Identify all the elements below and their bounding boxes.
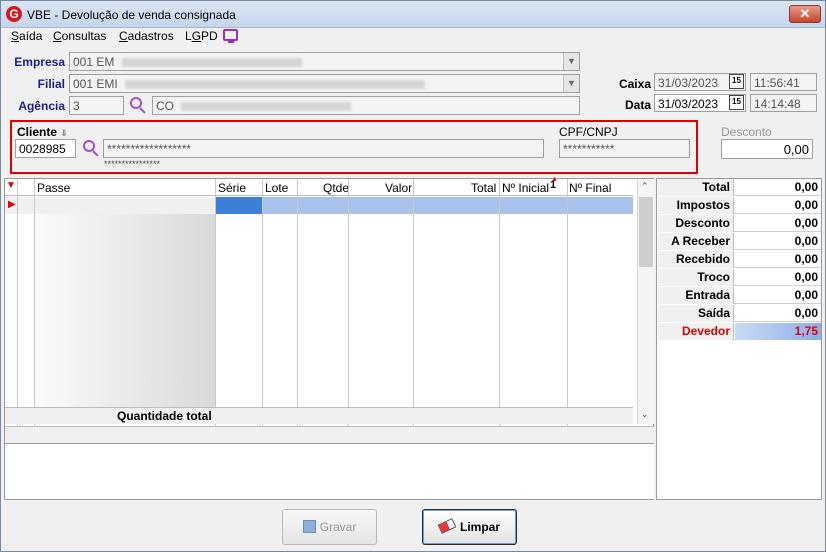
col-n-inicial[interactable]: Nº Inicial [502, 181, 549, 195]
col-passe[interactable]: Passe [37, 181, 70, 195]
empresa-label: Empresa [14, 55, 65, 69]
search-icon[interactable] [130, 97, 146, 114]
current-row-icon: ▶ [8, 199, 16, 210]
desconto-field[interactable]: 0,00 [721, 139, 813, 159]
search-icon[interactable] [83, 140, 99, 157]
chevron-up-icon[interactable]: ⌃ [641, 181, 649, 192]
totals-row-a-receber: A Receber 0,00 [658, 233, 821, 250]
chevron-down-icon[interactable]: ▼ [563, 53, 579, 70]
selected-row-cells[interactable] [215, 197, 633, 214]
filial-label: Filial [37, 77, 65, 91]
title-bar: G VBE - Devolução de venda consignada ✕ [1, 1, 825, 28]
monitor-icon[interactable] [223, 29, 238, 43]
items-grid[interactable]: ▼ Passe Série Lote Qtde Valor Total Nº I… [4, 176, 655, 444]
vertical-scrollbar[interactable]: ⌃ ⌄ [637, 179, 654, 424]
client-name-field: ****************** [103, 139, 544, 158]
agencia-label: Agência [18, 99, 65, 113]
chevron-down-icon[interactable]: ▼ [563, 75, 579, 92]
row-indicator-icon: ▼ [6, 180, 16, 191]
chevron-down-icon[interactable]: ⌄ [641, 409, 649, 420]
sort-down-icon: ⇓ [60, 128, 68, 138]
quantity-total-label: Quantidade total [117, 409, 212, 423]
totals-panel: Total 0,00 Impostos 0,00 Desconto 0,00 A Re… [656, 178, 822, 500]
calendar-icon[interactable]: 15 [729, 74, 744, 89]
grid-footer: Quantidade total [5, 407, 633, 424]
redacted-text [121, 58, 302, 68]
scroll-thumb[interactable] [639, 197, 653, 267]
col-n-final[interactable]: Nº Final [569, 181, 611, 195]
selected-cell[interactable] [215, 197, 262, 214]
totals-row-desconto: Desconto 0,00 [658, 215, 821, 232]
cpf-label: CPF/CNPJ [559, 125, 618, 139]
eraser-icon [437, 518, 457, 534]
redacted-text [181, 102, 352, 112]
lower-panel [4, 444, 654, 500]
menu-saida[interactable]: Saída [11, 29, 42, 43]
cpf-field: *********** [559, 139, 690, 158]
gravar-button[interactable]: Gravar [282, 509, 377, 545]
caixa-label: Caixa [618, 77, 651, 91]
grid-header: ▼ Passe Série Lote Qtde Valor Total Nº I… [5, 176, 633, 196]
col-serie[interactable]: Série [218, 181, 246, 195]
redacted-text [125, 80, 426, 90]
client-sub-text: **************** [104, 159, 161, 169]
data-time-field: 14:14:48 [750, 94, 817, 112]
menu-bar: Saída Consultas Cadastros LGPD [1, 28, 825, 46]
main-window: G VBE - Devolução de venda consignada ✕ … [0, 0, 826, 552]
save-icon [302, 520, 316, 533]
empresa-select[interactable]: 001 EM ▼ [69, 52, 580, 71]
totals-row-devedor: Devedor 1,75 [658, 323, 821, 340]
close-button[interactable]: ✕ [789, 5, 821, 23]
totals-row-impostos: Impostos 0,00 [658, 197, 821, 214]
totals-row-entrada: Entrada 0,00 [658, 287, 821, 304]
totals-row-recebido: Recebido 0,00 [658, 251, 821, 268]
window-title: VBE - Devolução de venda consignada [27, 8, 236, 22]
menu-consultas[interactable]: Consultas [53, 29, 106, 43]
totals-row-troco: Troco 0,00 [658, 269, 821, 286]
col-lote[interactable]: Lote [265, 181, 288, 195]
col-total[interactable]: Total [471, 181, 496, 195]
data-label: Data [624, 98, 651, 112]
limpar-button[interactable]: Limpar [422, 509, 517, 545]
caixa-time-field: 11:56:41 [750, 73, 817, 91]
totals-row-saida: Saída 0,00 [658, 305, 821, 322]
client-label: Cliente ⇓ [17, 125, 68, 139]
desconto-label: Desconto [721, 125, 772, 139]
menu-lgpd[interactable]: LGPD [185, 29, 218, 43]
sort-indicator-icon: ▲ 1 [550, 176, 558, 191]
calendar-icon[interactable]: 15 [729, 95, 744, 110]
client-code-field[interactable]: 0028985 [15, 139, 76, 158]
col-qtde[interactable]: Qtde [323, 181, 349, 195]
totals-row-total: Total 0,00 [658, 179, 821, 196]
passe-column-body [35, 214, 215, 407]
grid-summary-row [5, 426, 655, 443]
col-valor[interactable]: Valor [385, 181, 412, 195]
filial-select[interactable]: 001 EMI ▼ [69, 74, 580, 93]
agencia-name-field[interactable]: CO [152, 96, 580, 115]
menu-cadastros[interactable]: Cadastros [119, 29, 174, 43]
agencia-code-field[interactable]: 3 [69, 96, 124, 115]
app-logo-icon: G [6, 6, 22, 22]
